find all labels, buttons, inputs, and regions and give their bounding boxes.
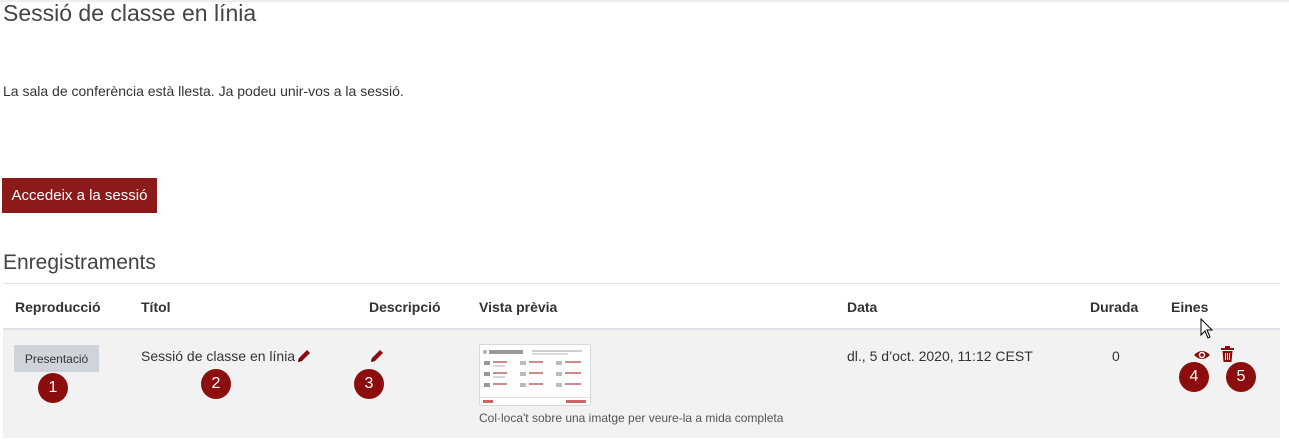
column-header-description: Descripció bbox=[369, 299, 441, 315]
table-row: Presentació Sessió de classe en línia Co… bbox=[3, 330, 1280, 438]
callout-badge-2: 2 bbox=[201, 369, 231, 399]
callout-badge-1: 1 bbox=[38, 373, 68, 403]
table-header: Reproducció Títol Descripció Vista prèvi… bbox=[3, 283, 1280, 330]
recording-date: dl., 5 d’oct. 2020, 11:12 CEST bbox=[847, 348, 1033, 364]
recordings-heading: Enregistraments bbox=[3, 251, 156, 274]
preview-thumbnail[interactable] bbox=[479, 344, 591, 406]
join-session-button[interactable]: Accedeix a la sessió bbox=[2, 178, 157, 213]
column-header-duration: Durada bbox=[1090, 299, 1139, 315]
column-header-tools: Eines bbox=[1171, 299, 1209, 315]
recordings-table: Reproducció Títol Descripció Vista prèvi… bbox=[3, 283, 1280, 438]
playback-presentation-button[interactable]: Presentació bbox=[14, 345, 99, 372]
callout-badge-5: 5 bbox=[1226, 362, 1256, 392]
edit-description-pencil-icon[interactable] bbox=[370, 349, 384, 368]
recording-duration: 0 bbox=[1112, 348, 1120, 364]
column-header-playback: Reproducció bbox=[15, 299, 101, 315]
preview-caption: Col·loca't sobre una imatge per veure-la… bbox=[479, 411, 784, 425]
column-header-preview: Vista prèvia bbox=[479, 299, 558, 315]
callout-badge-3: 3 bbox=[354, 369, 384, 399]
recording-title: Sessió de classe en línia bbox=[141, 348, 296, 364]
column-header-date: Data bbox=[847, 299, 878, 315]
edit-title-pencil-icon[interactable] bbox=[297, 349, 311, 368]
mouse-pointer-icon bbox=[1200, 317, 1214, 345]
status-message: La sala de conferència està llesta. Ja p… bbox=[3, 83, 404, 99]
callout-badge-4: 4 bbox=[1179, 362, 1209, 392]
column-header-title: Títol bbox=[141, 299, 171, 315]
page-title: Sessió de classe en línia bbox=[3, 0, 257, 26]
